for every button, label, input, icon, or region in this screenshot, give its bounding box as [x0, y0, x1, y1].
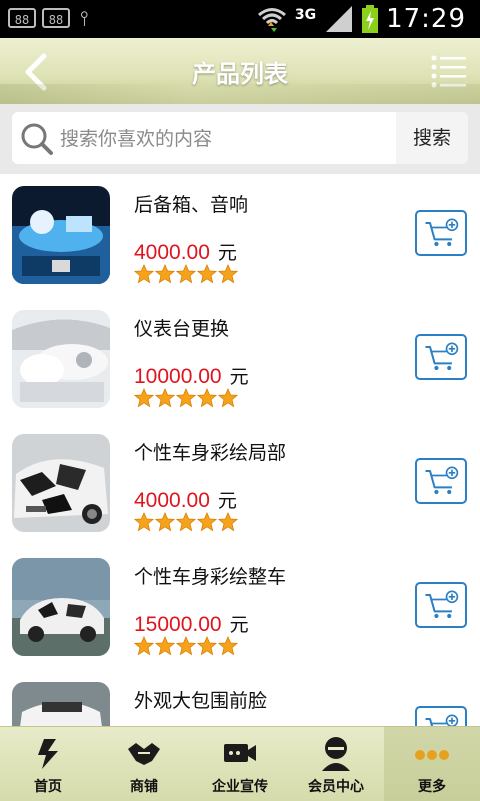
product-name: 个性车身彩绘整车	[134, 566, 287, 588]
list-menu-icon[interactable]	[430, 54, 466, 88]
product-price: 4000.00	[134, 241, 210, 264]
usb-icon: ⫯	[80, 6, 89, 30]
product-price: 15000.00	[134, 613, 222, 636]
handshake-icon	[128, 743, 160, 765]
nav-more[interactable]: 更多	[384, 727, 480, 801]
nav-member[interactable]: 会员中心	[288, 727, 384, 801]
star-icon	[218, 388, 238, 408]
notification-icon-2: 88	[42, 8, 70, 28]
star-icon	[155, 388, 175, 408]
product-item[interactable]: 个性车身彩绘局部 4000.00 元	[0, 422, 480, 547]
notification-icon-1: 88	[8, 8, 36, 28]
price-row: 15000.00 元	[134, 610, 249, 637]
star-icon	[176, 264, 196, 284]
product-item[interactable]: 个性车身彩绘整车 15000.00 元	[0, 546, 480, 671]
nav-label: 企业宣传	[212, 779, 268, 795]
add-to-cart-icon[interactable]	[415, 334, 467, 380]
nav-label: 更多	[418, 779, 446, 795]
signal-icon	[326, 6, 353, 32]
product-item[interactable]: 外观大包围前脸	[0, 670, 480, 726]
video-camera-icon	[224, 744, 256, 762]
home-logo-icon	[38, 739, 58, 769]
price-row: 10000.00 元	[134, 362, 249, 389]
price-row: 4000.00 元	[134, 238, 237, 265]
star-icon	[197, 636, 217, 656]
product-image	[12, 434, 110, 532]
status-bar: 88 88 ⫯ 3G 17:29	[0, 0, 480, 38]
product-item[interactable]: 后备箱、音响 4000.00 元	[0, 174, 480, 299]
price-unit: 元	[229, 614, 249, 636]
product-image	[12, 186, 110, 284]
product-item[interactable]: 仪表台更换 10000.00 元	[0, 298, 480, 423]
add-to-cart-icon[interactable]	[415, 458, 467, 504]
price-row: 4000.00 元	[134, 486, 237, 513]
search-input[interactable]	[58, 112, 392, 166]
star-icon	[176, 512, 196, 532]
nav-shop[interactable]: 商铺	[96, 727, 192, 801]
star-icon	[218, 512, 238, 532]
search-box	[12, 112, 396, 166]
status-notifications: 88 88 ⫯	[8, 8, 89, 28]
star-icon	[176, 388, 196, 408]
nav-label: 会员中心	[308, 779, 364, 795]
wifi-icon	[257, 8, 286, 32]
rating-stars	[134, 636, 238, 656]
price-unit: 元	[229, 366, 249, 388]
rating-stars	[134, 388, 238, 408]
more-dots-icon	[415, 750, 449, 760]
product-name: 仪表台更换	[134, 318, 230, 340]
search-icon	[21, 123, 53, 155]
star-icon	[218, 264, 238, 284]
star-icon	[197, 388, 217, 408]
add-to-cart-icon[interactable]	[415, 210, 467, 256]
star-icon	[197, 264, 217, 284]
app-header: 产品列表	[0, 38, 480, 104]
clock: 17:29	[386, 4, 466, 34]
nav-label: 首页	[34, 779, 62, 795]
star-icon	[134, 264, 154, 284]
star-icon	[197, 512, 217, 532]
star-icon	[134, 512, 154, 532]
star-icon	[134, 636, 154, 656]
rating-stars	[134, 264, 238, 284]
page-title: 产品列表	[192, 60, 288, 88]
bottom-nav: 首页 商铺 企业宣传 会员中心 更多	[0, 726, 480, 801]
network-type: 3G	[294, 7, 317, 23]
star-icon	[176, 636, 196, 656]
search-bar: 搜索	[0, 104, 480, 174]
battery-icon	[362, 5, 379, 33]
nav-home[interactable]: 首页	[0, 727, 96, 801]
product-price: 4000.00	[134, 489, 210, 512]
price-unit: 元	[217, 490, 237, 512]
product-name: 后备箱、音响	[134, 194, 249, 216]
nav-promotion[interactable]: 企业宣传	[192, 727, 288, 801]
add-to-cart-icon[interactable]	[415, 582, 467, 628]
star-icon	[155, 512, 175, 532]
product-image	[12, 558, 110, 656]
product-image	[12, 682, 110, 726]
star-icon	[134, 388, 154, 408]
add-to-cart-icon[interactable]	[415, 706, 467, 726]
product-list: 后备箱、音响 4000.00 元 仪表台更换 10000.00 元 个性车身彩绘…	[0, 174, 480, 726]
product-name: 个性车身彩绘局部	[134, 442, 287, 464]
star-icon	[155, 636, 175, 656]
product-price: 10000.00	[134, 365, 222, 388]
rating-stars	[134, 512, 238, 532]
product-image	[12, 310, 110, 408]
star-icon	[155, 264, 175, 284]
price-unit: 元	[217, 242, 237, 264]
member-icon	[322, 737, 350, 771]
search-button[interactable]: 搜索	[396, 112, 468, 164]
product-name: 外观大包围前脸	[134, 690, 268, 712]
star-icon	[218, 636, 238, 656]
nav-label: 商铺	[130, 779, 158, 795]
